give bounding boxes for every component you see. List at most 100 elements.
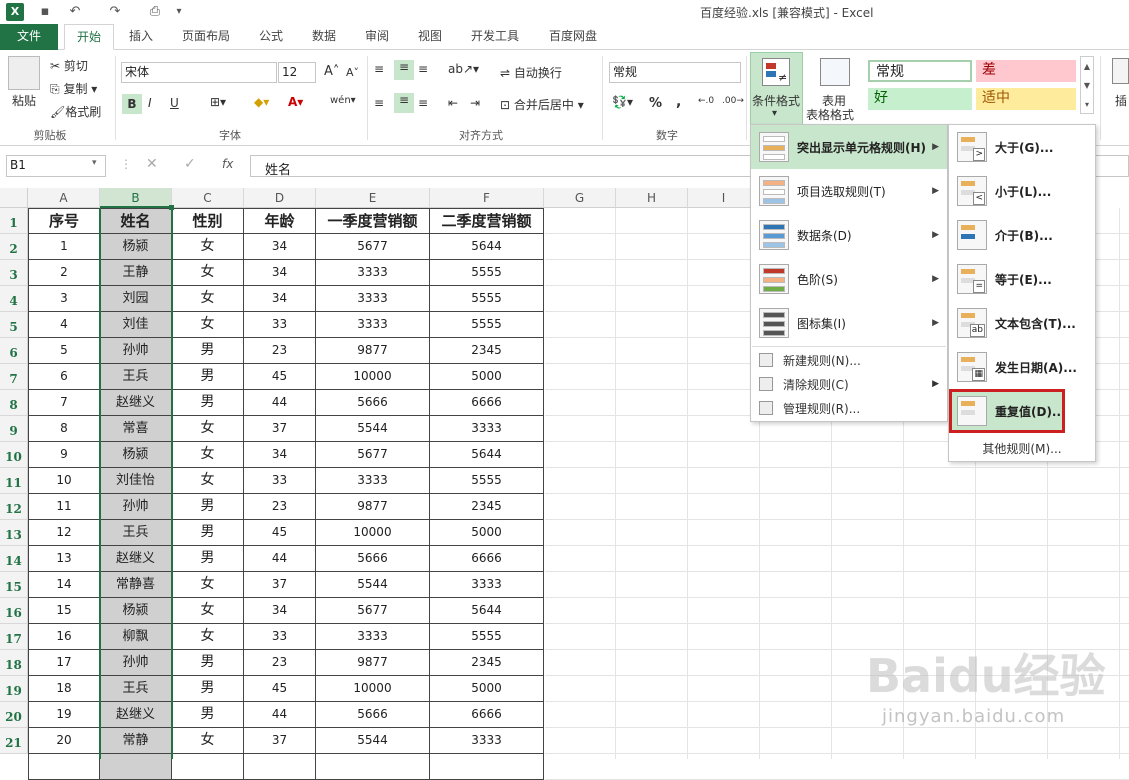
header-cell-age[interactable]: 年龄	[244, 208, 316, 234]
column-header-f[interactable]: F	[430, 188, 544, 208]
cell-seq[interactable]: 18	[28, 676, 100, 702]
cell-q1-sales[interactable]: 9877	[316, 494, 430, 520]
more-rules-item[interactable]: 其他规则(M)...	[949, 436, 1095, 460]
percent-button[interactable]: %	[649, 96, 662, 111]
header-cell-seq[interactable]: 序号	[28, 208, 100, 234]
insert-cells-button[interactable]: 插	[1115, 92, 1127, 109]
row-header[interactable]: 12	[0, 494, 28, 520]
undo-icon[interactable]: ↶	[66, 3, 84, 21]
cell-seq[interactable]: 19	[28, 702, 100, 728]
tab-insert[interactable]: 插入	[120, 24, 162, 50]
highlight-rule-item[interactable]: = 等于(E)...	[949, 257, 1095, 301]
row-header[interactable]: 6	[0, 338, 28, 364]
cell-age[interactable]: 37	[244, 416, 316, 442]
tab-developer[interactable]: 开发工具	[462, 24, 528, 50]
cell-gender[interactable]: 男	[172, 650, 244, 676]
cell-age[interactable]: 34	[244, 286, 316, 312]
row-header[interactable]: 7	[0, 364, 28, 390]
decrease-indent-icon[interactable]: ⇤	[448, 96, 458, 110]
cell-q2-sales[interactable]: 5000	[430, 676, 544, 702]
cf-menu-item[interactable]: 图标集(I) ▶	[751, 301, 947, 345]
bold-button[interactable]: B	[122, 94, 142, 114]
header-cell-q1-sales[interactable]: 一季度营销额	[316, 208, 430, 234]
cell-q2-sales[interactable]: 5000	[430, 520, 544, 546]
cell-age[interactable]: 23	[244, 494, 316, 520]
highlight-rule-item[interactable]: < 小于(L)...	[949, 169, 1095, 213]
increase-indent-icon[interactable]: ⇥	[470, 96, 480, 110]
align-right-icon[interactable]: ≡	[418, 96, 428, 110]
cell-gender[interactable]: 女	[172, 312, 244, 338]
cell-empty[interactable]	[430, 754, 544, 780]
cell-age[interactable]: 44	[244, 390, 316, 416]
cell-age[interactable]: 34	[244, 598, 316, 624]
format-painter-button[interactable]: 🖌格式刷	[50, 103, 101, 120]
row-header[interactable]: 21	[0, 728, 28, 754]
cell-q1-sales[interactable]: 9877	[316, 650, 430, 676]
header-cell-gender[interactable]: 性别	[172, 208, 244, 234]
cell-gender[interactable]: 男	[172, 364, 244, 390]
cell-gender[interactable]: 男	[172, 546, 244, 572]
duplicate-values-item[interactable]: 重复值(D)...	[949, 389, 1066, 433]
cell-q1-sales[interactable]: 5677	[316, 598, 430, 624]
merge-center-button[interactable]: ⊡ 合并后居中 ▾	[500, 96, 584, 113]
cell-q2-sales[interactable]: 2345	[430, 494, 544, 520]
cf-menu-small-item[interactable]: 新建规则(N)...	[751, 348, 947, 372]
cell-q2-sales[interactable]: 3333	[430, 572, 544, 598]
cell-q2-sales[interactable]: 3333	[430, 728, 544, 754]
increase-decimal-icon[interactable]: ←.0	[698, 96, 714, 106]
row-header[interactable]: 2	[0, 234, 28, 260]
number-format-select[interactable]: 常规	[609, 62, 741, 83]
cell-seq[interactable]: 10	[28, 468, 100, 494]
tab-data[interactable]: 数据	[303, 24, 345, 50]
orientation-icon[interactable]: ab↗▾	[448, 62, 479, 76]
cell-q1-sales[interactable]: 9877	[316, 338, 430, 364]
highlight-rule-item[interactable]: > 大于(G)...	[949, 125, 1095, 169]
cell-q2-sales[interactable]: 5555	[430, 312, 544, 338]
phonetic-icon[interactable]: wén▾	[330, 95, 356, 106]
cell-age[interactable]: 33	[244, 468, 316, 494]
cell-gender[interactable]: 男	[172, 676, 244, 702]
save-icon[interactable]: ▪	[36, 3, 54, 21]
font-color-icon[interactable]: A▾	[288, 95, 303, 109]
cell-seq[interactable]: 4	[28, 312, 100, 338]
cell-seq[interactable]: 8	[28, 416, 100, 442]
cell-age[interactable]: 44	[244, 702, 316, 728]
cell-age[interactable]: 34	[244, 442, 316, 468]
cell-age[interactable]: 37	[244, 572, 316, 598]
cell-gender[interactable]: 女	[172, 416, 244, 442]
insert-function-button[interactable]: fx	[222, 157, 233, 171]
font-name-select[interactable]: 宋体	[121, 62, 277, 83]
cell-q2-sales[interactable]: 5644	[430, 442, 544, 468]
row-header[interactable]: 14	[0, 546, 28, 572]
cell-seq[interactable]: 5	[28, 338, 100, 364]
cell-seq[interactable]: 20	[28, 728, 100, 754]
cell-q1-sales[interactable]: 3333	[316, 286, 430, 312]
row-header[interactable]: 4	[0, 286, 28, 312]
cell-seq[interactable]: 9	[28, 442, 100, 468]
highlight-rule-item[interactable]: 介于(B)...	[949, 213, 1095, 257]
style-good[interactable]: 好	[868, 88, 972, 110]
row-header[interactable]: 11	[0, 468, 28, 494]
fill-color-icon[interactable]: ◆▾	[254, 95, 269, 109]
align-center-icon[interactable]: ≡	[394, 93, 414, 113]
cell-q1-sales[interactable]: 5544	[316, 728, 430, 754]
top-align-icon[interactable]: ≡	[374, 62, 386, 76]
cell-age[interactable]: 34	[244, 234, 316, 260]
cell-age[interactable]: 37	[244, 728, 316, 754]
tab-page-layout[interactable]: 页面布局	[172, 24, 240, 50]
cell-gender[interactable]: 男	[172, 338, 244, 364]
column-header-a[interactable]: A	[28, 188, 100, 208]
tab-view[interactable]: 视图	[409, 24, 451, 50]
cell-q2-sales[interactable]: 3333	[430, 416, 544, 442]
cf-menu-item[interactable]: 数据条(D) ▶	[751, 213, 947, 257]
cell-gender[interactable]: 女	[172, 442, 244, 468]
decrease-decimal-icon[interactable]: .00→	[722, 96, 744, 106]
cell-empty[interactable]	[172, 754, 244, 780]
cell-seq[interactable]: 15	[28, 598, 100, 624]
row-header[interactable]: 17	[0, 624, 28, 650]
cell-gender[interactable]: 男	[172, 390, 244, 416]
cell-seq[interactable]: 17	[28, 650, 100, 676]
cell-gender[interactable]: 男	[172, 520, 244, 546]
cell-seq[interactable]: 3	[28, 286, 100, 312]
row-header[interactable]: 5	[0, 312, 28, 338]
